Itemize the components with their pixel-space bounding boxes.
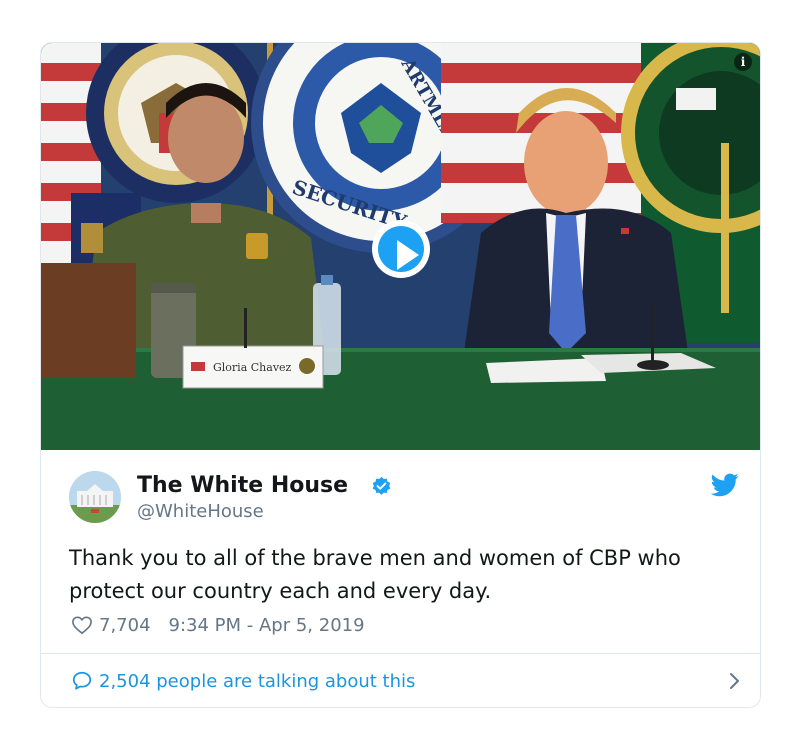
verified-badge-icon bbox=[372, 476, 391, 495]
conversation-link-text[interactable]: 2,504 people are talking about this bbox=[99, 671, 415, 692]
twitter-bird-icon[interactable] bbox=[711, 473, 739, 497]
white-house-avatar-image bbox=[69, 471, 121, 523]
tweet-text: Thank you to all of the brave men and wo… bbox=[69, 546, 681, 603]
like-count[interactable]: 7,704 bbox=[99, 615, 151, 636]
info-icon[interactable]: i bbox=[734, 53, 752, 71]
avatar[interactable] bbox=[69, 471, 121, 523]
play-button[interactable] bbox=[372, 220, 430, 278]
play-icon bbox=[397, 240, 419, 270]
heart-icon[interactable] bbox=[71, 615, 93, 635]
tweet-header: The White House @WhiteHouse bbox=[69, 469, 739, 525]
conversation-link[interactable]: 2,504 people are talking about this bbox=[71, 654, 741, 707]
video-thumbnail[interactable]: SECURITY ARTMENT Gloria Chavez i bbox=[41, 43, 760, 450]
timestamp[interactable]: 9:34 PM - Apr 5, 2019 bbox=[169, 615, 365, 636]
play-button-ring bbox=[378, 226, 424, 272]
speech-bubble-icon bbox=[72, 671, 92, 690]
tweet-embed-card: SECURITY ARTMENT Gloria Chavez i The Whi… bbox=[40, 42, 761, 708]
tweet-meta: 7,704 9:34 PM - Apr 5, 2019 bbox=[71, 612, 365, 638]
nameplate-text: Gloria Chavez bbox=[213, 361, 292, 374]
display-name[interactable]: The White House bbox=[137, 473, 348, 498]
chevron-right-icon bbox=[730, 673, 739, 689]
user-handle[interactable]: @WhiteHouse bbox=[137, 501, 264, 522]
